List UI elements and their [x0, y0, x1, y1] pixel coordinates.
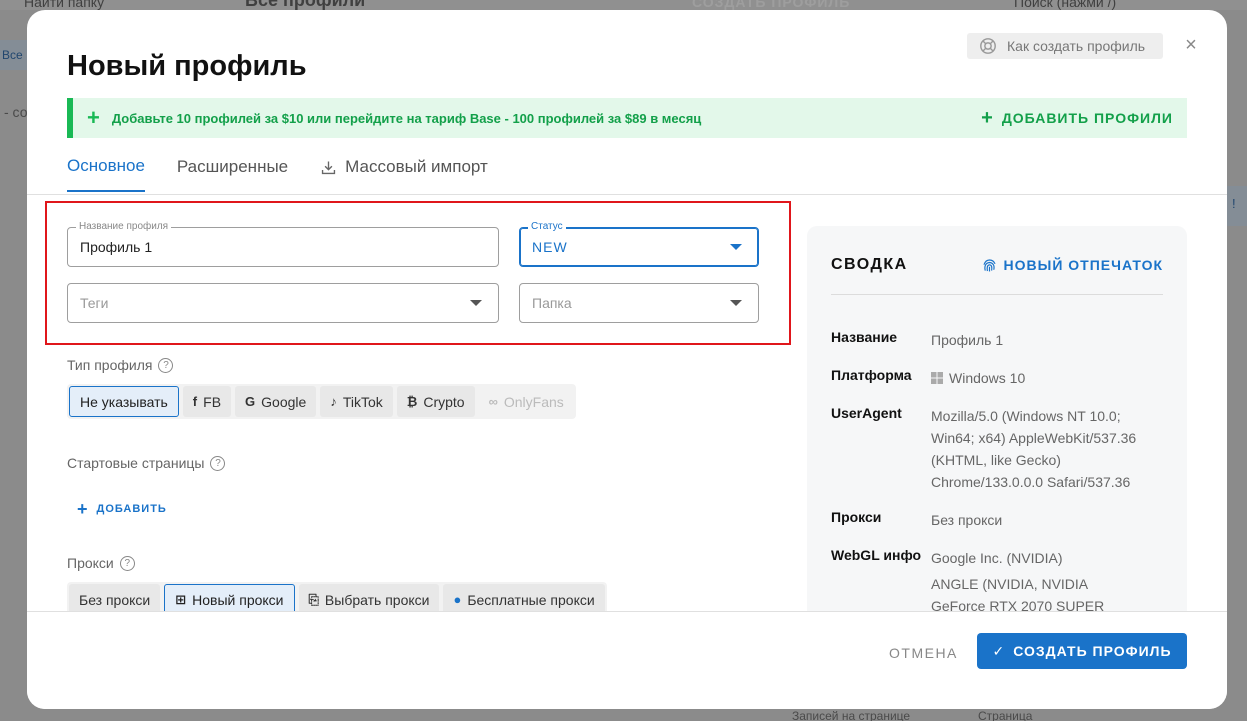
promo-banner: + Добавьте 10 профилей за $10 или перейд… [67, 98, 1187, 138]
add-start-page-button[interactable]: + ДОБАВИТЬ [77, 500, 167, 518]
start-pages-text: Стартовые страницы [67, 455, 205, 471]
cancel-button[interactable]: ОТМЕНА [889, 645, 958, 661]
lifebuoy-icon [980, 38, 996, 54]
chip-label: Новый прокси [192, 591, 284, 608]
profile-type-crypto[interactable]: ₿ Crypto [396, 386, 475, 417]
windows-icon [931, 372, 943, 384]
flame-icon: ● [453, 592, 462, 607]
chip-label: FB [203, 393, 222, 410]
bookmark-icon: ⎘ [308, 591, 319, 607]
new-profile-dialog: Как создать профиль × Новый профиль + До… [27, 10, 1227, 709]
bitcoin-icon: ₿ [406, 394, 418, 409]
folder-placeholder: Папка [532, 295, 572, 311]
summary-divider [831, 294, 1163, 295]
tags-select[interactable]: Теги [67, 283, 499, 323]
chip-label: OnlyFans [503, 393, 564, 410]
check-icon: ✓ [992, 642, 1006, 659]
summary-key: Название [831, 329, 898, 345]
chip-label: Crypto [423, 393, 465, 410]
help-icon[interactable]: ? [158, 357, 174, 373]
profile-type-onlyfans: ∞ OnlyFans [478, 386, 574, 417]
summary-header: СВОДКА НОВЫЙ ОТПЕЧАТОК [831, 250, 1163, 280]
new-fingerprint-label: НОВЫЙ ОТПЕЧАТОК [1003, 257, 1163, 273]
summary-row-name: Название Профиль 1 [831, 329, 1141, 351]
create-profile-label: СОЗДАТЬ ПРОФИЛЬ [1013, 643, 1172, 659]
add-start-page-label: ДОБАВИТЬ [96, 503, 167, 515]
profile-type-chips: Не указывать f FB G Google ♪ TikTok ₿ Cr… [67, 384, 576, 419]
tab-advanced-label: Расширенные [176, 157, 289, 176]
tags-placeholder: Теги [80, 295, 109, 311]
chip-label: Бесплатные прокси [467, 591, 595, 608]
summary-key: UserAgent [831, 405, 902, 421]
chip-label: Без прокси [79, 591, 151, 608]
summary-row-useragent: UserAgent Mozilla/5.0 (Windows NT 10.0; … [831, 405, 1141, 493]
plus-icon: + [981, 107, 994, 129]
profile-type-text: Тип профиля [67, 357, 153, 373]
chip-label: Google [261, 393, 307, 410]
help-icon[interactable]: ? [119, 555, 135, 571]
close-icon[interactable]: × [1182, 35, 1200, 55]
profile-type-fb[interactable]: f FB [182, 386, 232, 417]
tab-bulk-import-label: Массовый импорт [345, 157, 488, 176]
summary-value: Без прокси [931, 512, 1003, 528]
proxy-text: Прокси [67, 555, 114, 571]
status-select[interactable]: Статус NEW [519, 221, 759, 267]
add-profiles-label: ДОБАВИТЬ ПРОФИЛИ [1001, 110, 1173, 126]
profile-name-value: Профиль 1 [80, 239, 153, 255]
help-button-label: Как создать профиль [1007, 38, 1146, 54]
folder-select[interactable]: Папка [519, 283, 759, 323]
summary-row-proxy: Прокси Без прокси [831, 509, 1141, 531]
platform-value: Windows 10 [949, 370, 1026, 386]
tab-bulk-import[interactable]: Массовый импорт [320, 156, 488, 192]
status-legend: Статус [528, 221, 566, 233]
summary-value-platform: Windows 10 [931, 367, 1141, 389]
new-fingerprint-button[interactable]: НОВЫЙ ОТПЕЧАТОК [981, 257, 1164, 274]
dialog-tabs: Основное Расширенные Массовый импорт [67, 156, 520, 192]
summary-key: Прокси [831, 509, 882, 525]
tab-basic-label: Основное [67, 156, 145, 175]
summary-value: Mozilla/5.0 (Windows NT 10.0; Win64; x64… [931, 408, 1137, 490]
tab-advanced[interactable]: Расширенные [177, 156, 288, 192]
summary-row-platform: Платформа Windows 10 [831, 367, 1141, 389]
summary-value: Профиль 1 [931, 332, 1004, 348]
profile-type-tiktok[interactable]: ♪ TikTok [320, 386, 393, 417]
profile-type-google[interactable]: G Google [235, 386, 317, 417]
status-value: NEW [532, 239, 568, 255]
add-box-icon: ⊞ [175, 591, 187, 607]
webgl-vendor: Google Inc. (NVIDIA) [931, 550, 1063, 566]
chip-label: Не указывать [80, 393, 168, 410]
plus-icon: + [87, 105, 100, 130]
start-pages-label: Стартовые страницы ? [67, 455, 226, 471]
summary-title: СВОДКА [831, 256, 908, 273]
promo-text: Добавьте 10 профилей за $10 или перейдит… [111, 110, 702, 126]
tiktok-icon: ♪ [330, 394, 337, 409]
fingerprint-icon [982, 258, 996, 271]
profile-type-label: Тип профиля ? [67, 357, 174, 373]
chip-label: Выбрать прокси [324, 591, 430, 608]
dialog-title: Новый профиль [67, 50, 307, 82]
add-profiles-button[interactable]: + ДОБАВИТЬ ПРОФИЛИ [981, 108, 1173, 128]
tabs-divider [27, 194, 1227, 195]
summary-key: Платформа [831, 367, 912, 383]
profile-name-field[interactable]: Название профиля Профиль 1 [67, 221, 499, 267]
dialog-footer: ОТМЕНА ✓ СОЗДАТЬ ПРОФИЛЬ [27, 612, 1227, 709]
create-profile-button[interactable]: ✓ СОЗДАТЬ ПРОФИЛЬ [977, 633, 1187, 669]
plus-icon: + [77, 499, 89, 519]
google-icon: G [245, 394, 256, 409]
how-to-create-profile-button[interactable]: Как создать профиль [967, 33, 1163, 59]
chevron-down-icon [730, 300, 742, 306]
download-icon [322, 161, 336, 174]
tab-basic[interactable]: Основное [67, 156, 145, 192]
summary-panel: СВОДКА НОВЫЙ ОТПЕЧАТОК Название Профиль … [807, 226, 1187, 658]
chip-label: TikTok [342, 393, 383, 410]
facebook-icon: f [192, 394, 198, 409]
proxy-label: Прокси ? [67, 555, 135, 571]
profile-type-none[interactable]: Не указывать [69, 386, 179, 417]
chevron-down-icon [470, 300, 482, 306]
profile-name-legend: Название профиля [76, 221, 172, 233]
chevron-down-icon [730, 244, 742, 250]
help-icon[interactable]: ? [210, 455, 226, 471]
onlyfans-icon: ∞ [488, 394, 498, 409]
